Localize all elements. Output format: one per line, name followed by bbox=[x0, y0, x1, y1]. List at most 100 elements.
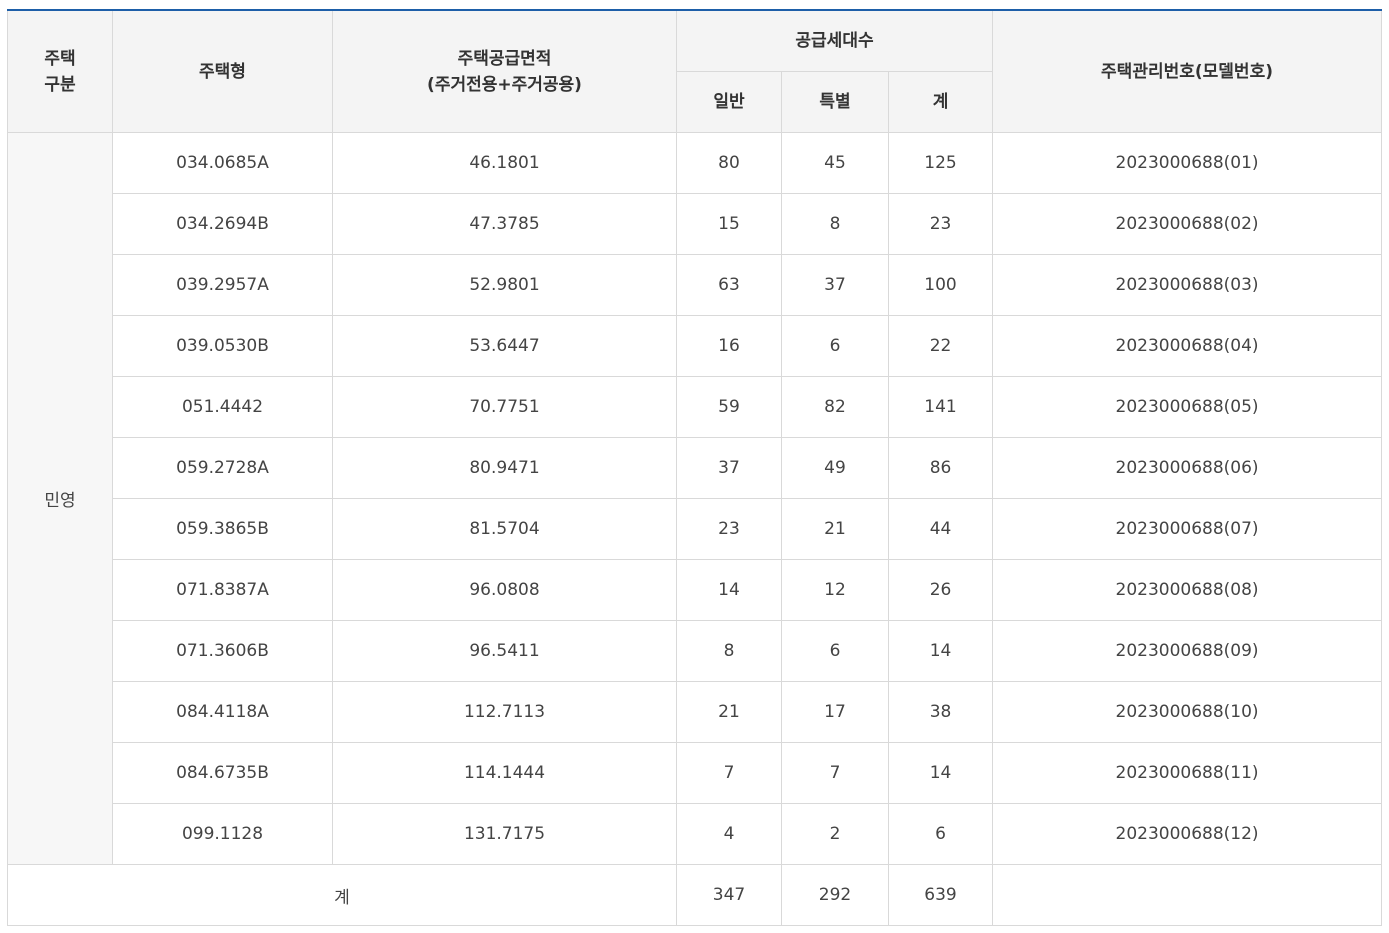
cell-general: 15 bbox=[676, 193, 782, 255]
cell-house-type: 071.3606B bbox=[112, 620, 333, 682]
cell-special: 6 bbox=[781, 315, 889, 377]
cell-general: 59 bbox=[676, 376, 782, 438]
cell-general: 7 bbox=[676, 742, 782, 804]
table-row: 039.0530B 53.6447 16 6 22 2023000688(04) bbox=[8, 315, 1383, 377]
cell-model-number: 2023000688(06) bbox=[992, 437, 1383, 499]
header-area-line1: 주택공급면적 bbox=[457, 48, 552, 69]
total-row: 계 347 292 639 bbox=[7, 864, 1383, 926]
cell-supply-area: 114.1444 bbox=[332, 742, 677, 804]
cell-model-number: 2023000688(07) bbox=[992, 498, 1383, 560]
cell-house-type: 039.0530B bbox=[112, 315, 333, 377]
table-row: 051.4442 70.7751 59 82 141 2023000688(05) bbox=[8, 376, 1383, 438]
cell-model-number: 2023000688(10) bbox=[992, 681, 1383, 743]
cell-special: 37 bbox=[781, 254, 889, 316]
header-category: 주택 구분 bbox=[7, 9, 113, 133]
table-row: 084.4118A 112.7113 21 17 38 2023000688(10) bbox=[8, 681, 1383, 743]
cell-model-number: 2023000688(12) bbox=[992, 803, 1383, 865]
header-category-line2: 구분 bbox=[44, 74, 76, 95]
cell-general: 8 bbox=[676, 620, 782, 682]
header-supply-count: 공급세대수 bbox=[675, 9, 994, 72]
cell-general: 63 bbox=[676, 254, 782, 316]
cell-house-type: 084.4118A bbox=[112, 681, 333, 743]
table-row: 084.6735B 114.1444 7 7 14 2023000688(11) bbox=[8, 742, 1383, 804]
total-model bbox=[992, 864, 1383, 926]
table-row: 059.3865B 81.5704 23 21 44 2023000688(07) bbox=[8, 498, 1383, 560]
cell-house-type: 039.2957A bbox=[112, 254, 333, 316]
cell-category: 민영 bbox=[7, 132, 113, 865]
cell-supply-area: 96.0808 bbox=[332, 559, 677, 621]
cell-sum: 6 bbox=[887, 803, 994, 865]
header-management-no: 주택관리번호(모델번호) bbox=[992, 9, 1383, 133]
cell-sum: 23 bbox=[887, 193, 994, 255]
header-sum: 계 bbox=[887, 71, 994, 133]
cell-model-number: 2023000688(04) bbox=[992, 315, 1383, 377]
header-special: 특별 bbox=[781, 71, 889, 133]
cell-sum: 100 bbox=[887, 254, 994, 316]
cell-special: 17 bbox=[781, 681, 889, 743]
total-sum: 639 bbox=[887, 864, 994, 926]
table-row: 071.8387A 96.0808 14 12 26 2023000688(08) bbox=[8, 559, 1383, 621]
cell-house-type: 034.0685A bbox=[112, 132, 333, 194]
cell-house-type: 071.8387A bbox=[112, 559, 333, 621]
cell-model-number: 2023000688(09) bbox=[992, 620, 1383, 682]
cell-supply-area: 52.9801 bbox=[332, 254, 677, 316]
cell-supply-area: 46.1801 bbox=[332, 132, 677, 194]
cell-general: 14 bbox=[676, 559, 782, 621]
cell-house-type: 099.1128 bbox=[112, 803, 333, 865]
table-header: 주택 구분 주택형 주택공급면적 (주거전용+주거공용) 공급세대수 주택관리번… bbox=[7, 9, 1383, 133]
header-general: 일반 bbox=[676, 71, 782, 133]
table-row: 071.3606B 96.5411 8 6 14 2023000688(09) bbox=[8, 620, 1383, 682]
total-general: 347 bbox=[676, 864, 782, 926]
cell-model-number: 2023000688(08) bbox=[992, 559, 1383, 621]
cell-model-number: 2023000688(11) bbox=[992, 742, 1383, 804]
cell-general: 16 bbox=[676, 315, 782, 377]
header-category-line1: 주택 bbox=[44, 48, 76, 69]
cell-house-type: 059.3865B bbox=[112, 498, 333, 560]
cell-special: 12 bbox=[781, 559, 889, 621]
cell-supply-area: 53.6447 bbox=[332, 315, 677, 377]
supply-table: 주택 구분 주택형 주택공급면적 (주거전용+주거공용) 공급세대수 주택관리번… bbox=[7, 9, 1383, 926]
cell-model-number: 2023000688(05) bbox=[992, 376, 1383, 438]
cell-sum: 22 bbox=[887, 315, 994, 377]
cell-model-number: 2023000688(03) bbox=[992, 254, 1383, 316]
cell-special: 2 bbox=[781, 803, 889, 865]
table-row: 민영 034.0685A 46.1801 80 45 125 2023000688(01) bbox=[7, 132, 1383, 865]
total-label: 계 bbox=[7, 864, 677, 926]
header-area: 주택공급면적 (주거전용+주거공용) bbox=[332, 9, 677, 133]
cell-sum: 26 bbox=[887, 559, 994, 621]
cell-model-number: 2023000688(02) bbox=[992, 193, 1383, 255]
table-body: 민영 034.0685A 46.1801 80 45 125 2023000688(01) 0… bbox=[7, 132, 1383, 926]
cell-special: 45 bbox=[781, 132, 889, 194]
cell-sum: 44 bbox=[887, 498, 994, 560]
cell-sum: 14 bbox=[887, 742, 994, 804]
header-area-line2: (주거전용+주거공용) bbox=[427, 74, 582, 95]
cell-supply-area: 112.7113 bbox=[332, 681, 677, 743]
cell-general: 4 bbox=[676, 803, 782, 865]
cell-special: 6 bbox=[781, 620, 889, 682]
cell-sum: 14 bbox=[887, 620, 994, 682]
cell-sum: 141 bbox=[887, 376, 994, 438]
cell-special: 49 bbox=[781, 437, 889, 499]
cell-general: 37 bbox=[676, 437, 782, 499]
table-row: 034.2694B 47.3785 15 8 23 2023000688(02) bbox=[8, 193, 1383, 255]
table-row: 059.2728A 80.9471 37 49 86 2023000688(06) bbox=[8, 437, 1383, 499]
cell-sum: 38 bbox=[887, 681, 994, 743]
cell-supply-area: 80.9471 bbox=[332, 437, 677, 499]
supply-table-container: 주택 구분 주택형 주택공급면적 (주거전용+주거공용) 공급세대수 주택관리번… bbox=[7, 9, 1383, 926]
cell-sum: 86 bbox=[887, 437, 994, 499]
cell-special: 8 bbox=[781, 193, 889, 255]
cell-supply-area: 96.5411 bbox=[332, 620, 677, 682]
cell-supply-area: 47.3785 bbox=[332, 193, 677, 255]
table-row: 099.1128 131.7175 4 2 6 2023000688(12) bbox=[8, 803, 1383, 865]
cell-special: 21 bbox=[781, 498, 889, 560]
cell-house-type: 051.4442 bbox=[112, 376, 333, 438]
cell-house-type: 084.6735B bbox=[112, 742, 333, 804]
cell-supply-area: 70.7751 bbox=[332, 376, 677, 438]
cell-general: 80 bbox=[676, 132, 782, 194]
table-row: 039.2957A 52.9801 63 37 100 2023000688(03) bbox=[8, 254, 1383, 316]
cell-house-type: 059.2728A bbox=[112, 437, 333, 499]
cell-supply-area: 81.5704 bbox=[332, 498, 677, 560]
cell-supply-area: 131.7175 bbox=[332, 803, 677, 865]
cell-general: 23 bbox=[676, 498, 782, 560]
cell-house-type: 034.2694B bbox=[112, 193, 333, 255]
